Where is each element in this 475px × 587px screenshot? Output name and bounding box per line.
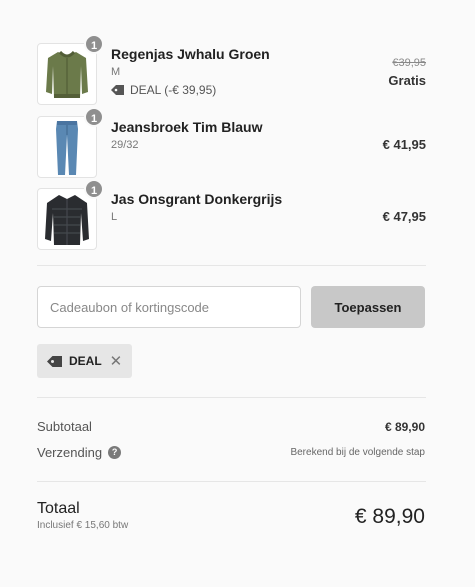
- subtotal-label-text: Subtotaal: [37, 419, 92, 434]
- product-name[interactable]: Jas Onsgrant Donkergrijs: [111, 191, 282, 207]
- apply-button[interactable]: Toepassen: [311, 286, 425, 328]
- quantity-badge: 1: [84, 34, 104, 54]
- product-name[interactable]: Jeansbroek Tim Blauw: [111, 119, 262, 135]
- divider: [37, 265, 426, 266]
- product-size: M: [111, 66, 121, 78]
- cart-item: 1 Jeansbroek Tim Blauw 29/32 € 41,95: [37, 107, 426, 178]
- item-price: € 47,95: [382, 209, 426, 224]
- dark-puffer-jacket-icon: [45, 195, 89, 245]
- shipping-label-text: Verzending: [37, 445, 103, 460]
- close-icon[interactable]: ✕: [110, 352, 123, 370]
- product-size: L: [111, 211, 118, 223]
- deal-label: DEAL (-€ 39,95): [130, 83, 217, 97]
- tag-icon: [111, 85, 124, 95]
- deal-info: DEAL (-€ 39,95): [111, 83, 216, 97]
- product-size: 29/32: [111, 139, 139, 151]
- cart-item: 1 Jas Onsgrant Donkergrijs L € 47,95: [37, 179, 426, 250]
- product-name[interactable]: Regenjas Jwhalu Groen: [111, 46, 270, 62]
- divider: [37, 397, 426, 398]
- quantity-badge: 1: [84, 179, 104, 199]
- tag-icon: [47, 355, 62, 367]
- item-price: Gratis: [388, 73, 426, 88]
- tax-note: Inclusief € 15,60 btw: [37, 520, 129, 531]
- divider: [37, 481, 426, 482]
- cart-item: 1 Regenjas Jwhalu Groen M DEAL (-€ 39,95…: [37, 34, 426, 105]
- subtotal-value: € 89,90: [384, 420, 425, 434]
- original-price: €39,95: [392, 57, 426, 69]
- total-label: Totaal: [37, 500, 80, 517]
- green-jacket-icon: [46, 50, 88, 98]
- item-price: € 41,95: [382, 137, 426, 152]
- applied-code-chip: DEAL ✕: [37, 344, 133, 378]
- shipping-label: Verzending ?: [37, 445, 122, 460]
- help-icon[interactable]: ?: [108, 446, 122, 459]
- quantity-badge: 1: [84, 107, 104, 127]
- discount-code-input[interactable]: [37, 286, 301, 328]
- applied-code-label: DEAL: [69, 354, 102, 368]
- shipping-value: Berekend bij de volgende stap: [290, 447, 425, 458]
- blue-jeans-icon: [56, 121, 78, 175]
- total-value: € 89,90: [354, 505, 425, 528]
- subtotal-label: Subtotaal: [37, 419, 92, 434]
